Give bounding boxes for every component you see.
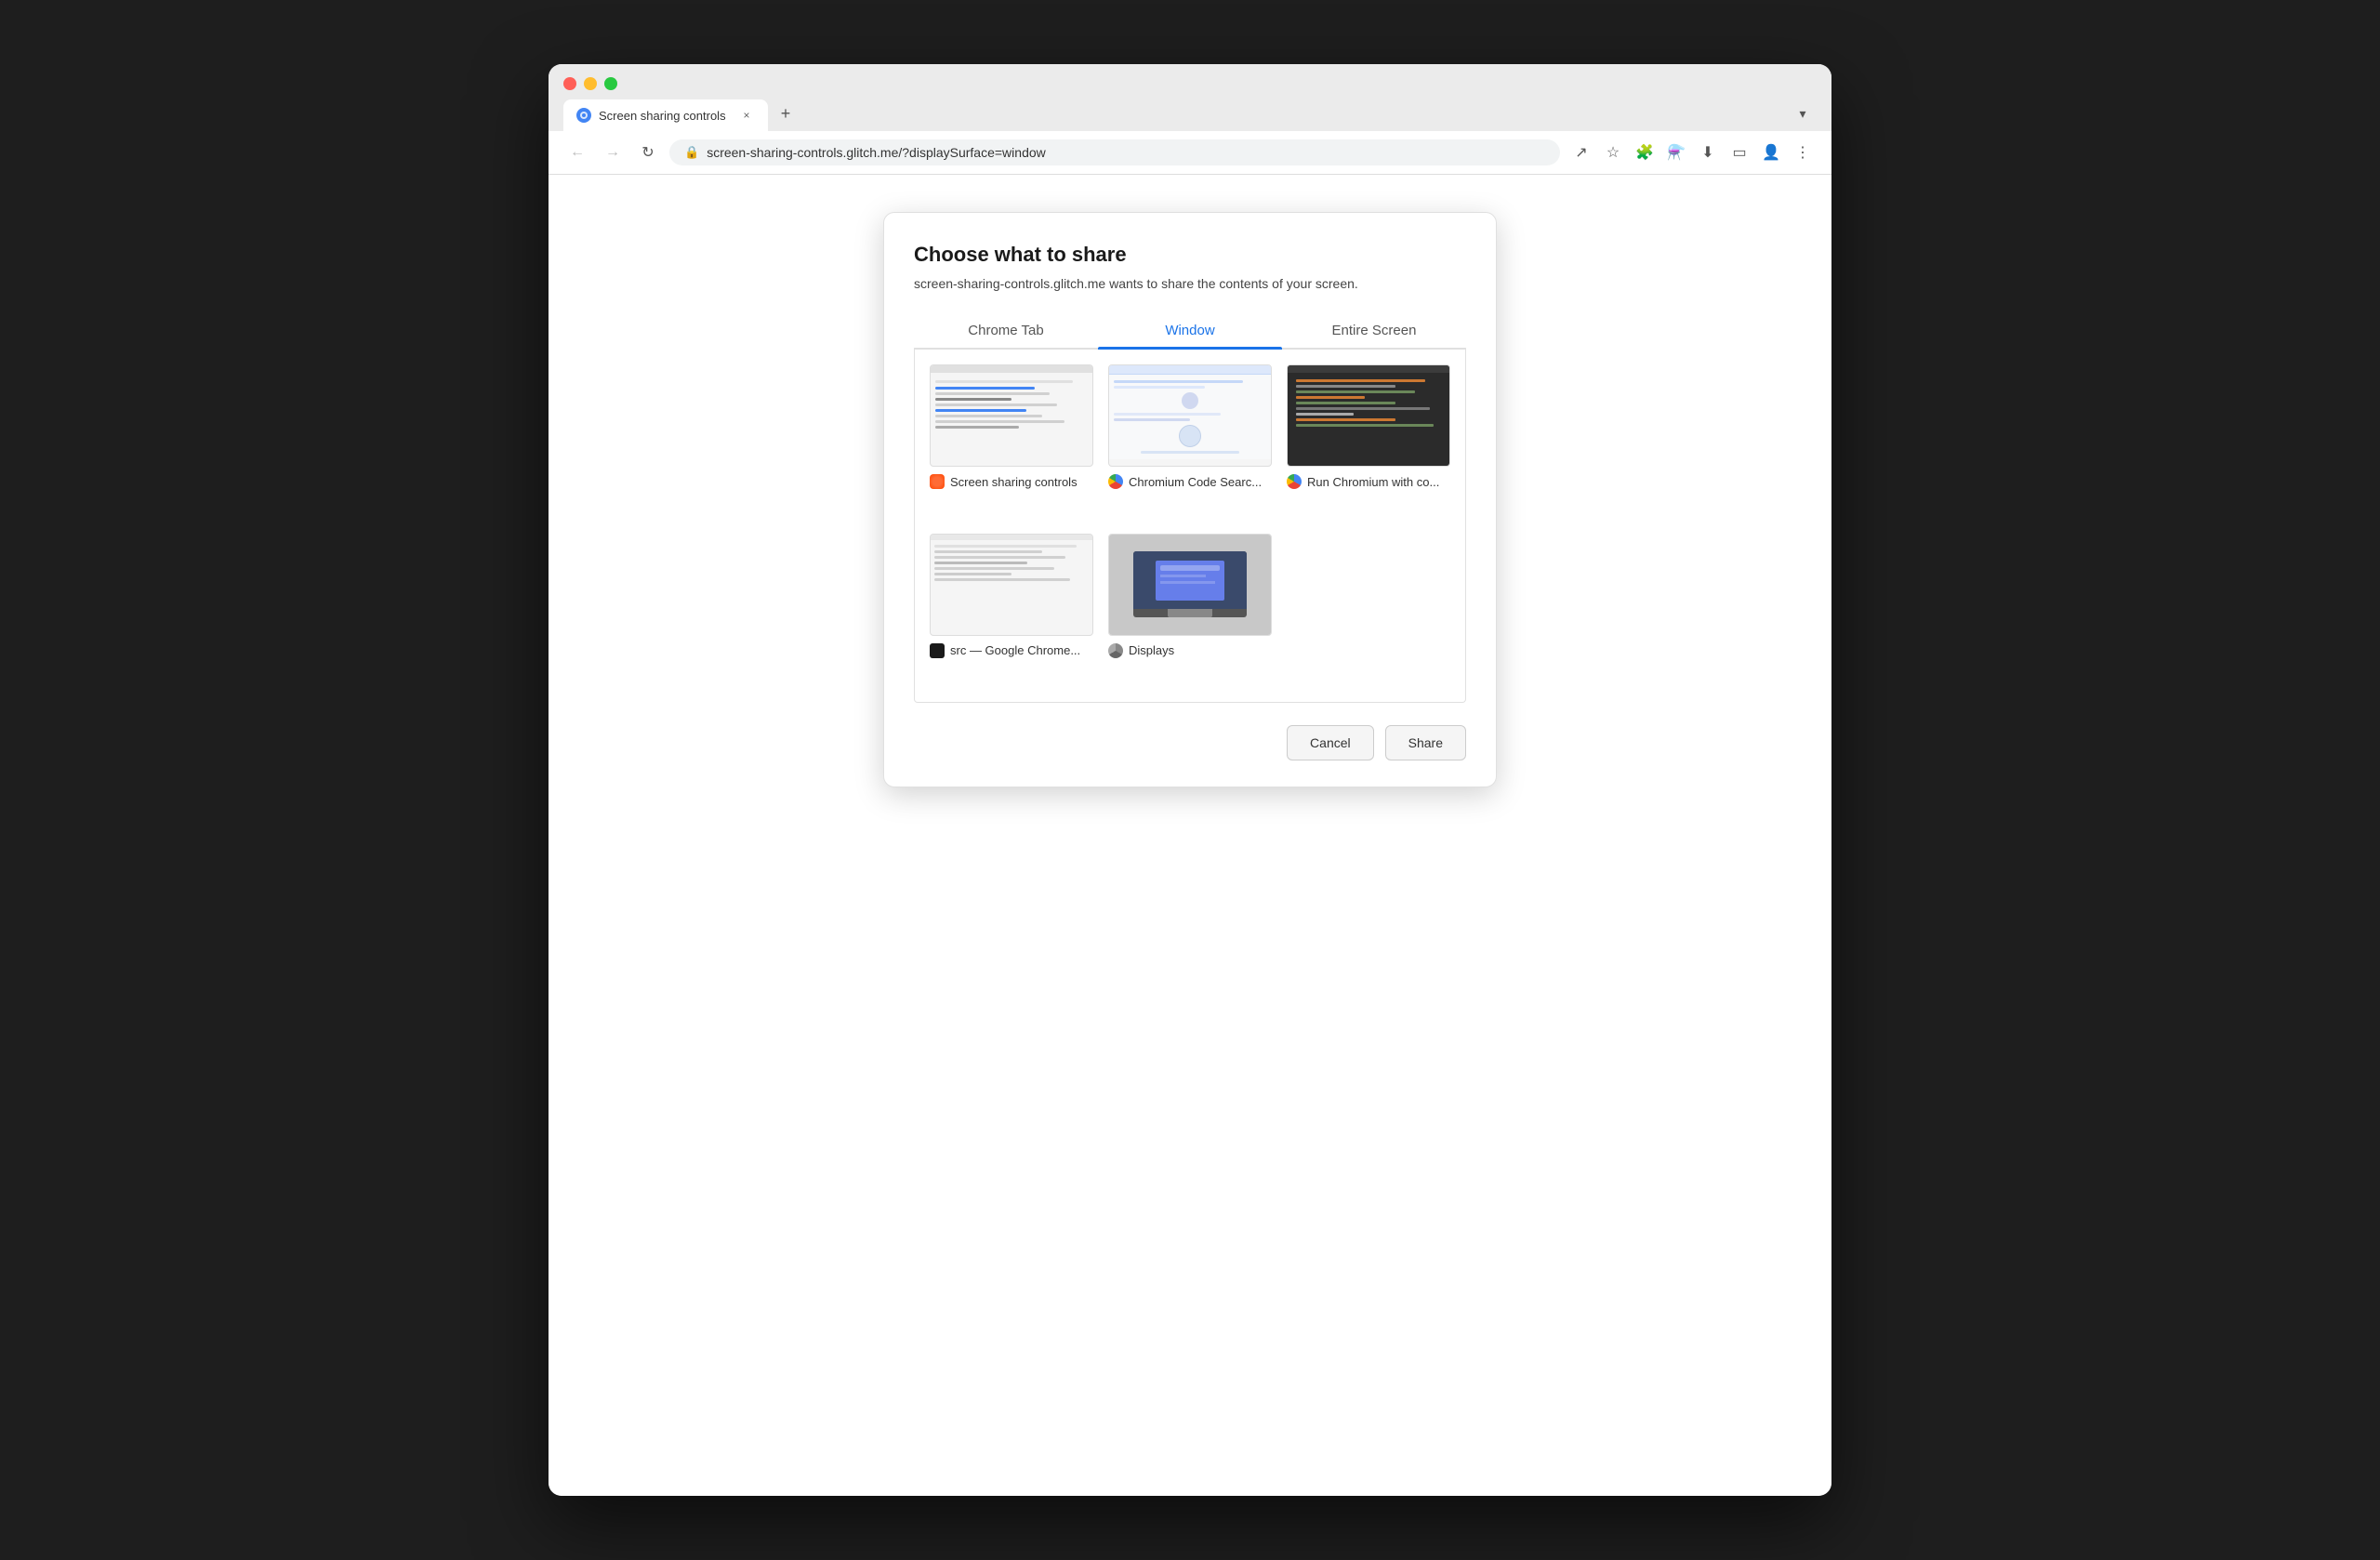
window-item-displays[interactable]: Displays bbox=[1108, 534, 1272, 688]
window-label-3: Run Chromium with co... bbox=[1287, 474, 1450, 489]
window-label-text-3: Run Chromium with co... bbox=[1307, 475, 1439, 489]
bookmark-button[interactable]: ☆ bbox=[1599, 139, 1627, 166]
window-label-1: Screen sharing controls bbox=[930, 474, 1093, 489]
reload-button[interactable]: ↻ bbox=[634, 139, 662, 166]
share-page-button[interactable]: ↗ bbox=[1567, 139, 1595, 166]
tab-close-button[interactable]: × bbox=[738, 107, 755, 124]
profile-button[interactable]: 👤 bbox=[1757, 139, 1785, 166]
url-text: screen-sharing-controls.glitch.me/?displ… bbox=[707, 145, 1046, 160]
dialog-title: Choose what to share bbox=[914, 243, 1466, 267]
tab-favicon bbox=[576, 108, 591, 123]
share-button[interactable]: Share bbox=[1385, 725, 1466, 760]
toolbar-actions: ↗ ☆ 🧩 ⚗️ ⬇ ▭ 👤 ⋮ bbox=[1567, 139, 1817, 166]
address-bar: ← → ↻ 🔒 screen-sharing-controls.glitch.m… bbox=[549, 131, 1831, 175]
tab-window[interactable]: Window bbox=[1098, 313, 1282, 348]
tab-entire-screen[interactable]: Entire Screen bbox=[1282, 313, 1466, 348]
title-bar: Screen sharing controls × + ▾ bbox=[549, 64, 1831, 131]
back-button[interactable]: ← bbox=[563, 139, 591, 166]
close-button[interactable] bbox=[563, 77, 576, 90]
tab-dropdown-button[interactable]: ▾ bbox=[1789, 99, 1817, 127]
window-preview-5 bbox=[1108, 534, 1272, 636]
tab-title: Screen sharing controls bbox=[599, 109, 731, 123]
maximize-button[interactable] bbox=[604, 77, 617, 90]
browser-window: Screen sharing controls × + ▾ ← → ↻ 🔒 sc… bbox=[549, 64, 1831, 1496]
window-label-5: Displays bbox=[1108, 643, 1272, 658]
menu-button[interactable]: ⋮ bbox=[1789, 139, 1817, 166]
window-item-run-chromium[interactable]: Run Chromium with co... bbox=[1287, 364, 1450, 519]
window-label-text-4: src — Google Chrome... bbox=[950, 643, 1080, 657]
page-content: Choose what to share screen-sharing-cont… bbox=[549, 175, 1831, 1496]
lab-icon[interactable]: ⚗️ bbox=[1662, 139, 1690, 166]
window-preview-3 bbox=[1287, 364, 1450, 467]
dialog-subtitle: screen-sharing-controls.glitch.me wants … bbox=[914, 276, 1466, 291]
window-icon-3 bbox=[1287, 474, 1302, 489]
window-icon-4 bbox=[930, 643, 945, 658]
window-label-2: Chromium Code Searc... bbox=[1108, 474, 1272, 489]
tab-bar: Screen sharing controls × + ▾ bbox=[563, 99, 1817, 131]
minimize-button[interactable] bbox=[584, 77, 597, 90]
window-preview-2 bbox=[1108, 364, 1272, 467]
window-icon-2 bbox=[1108, 474, 1123, 489]
traffic-lights bbox=[563, 77, 1817, 90]
lock-icon: 🔒 bbox=[684, 145, 699, 160]
empty-grid-cell bbox=[1287, 534, 1450, 688]
window-label-text-5: Displays bbox=[1129, 643, 1174, 657]
browser-tab[interactable]: Screen sharing controls × bbox=[563, 99, 768, 131]
window-icon-1 bbox=[930, 474, 945, 489]
window-label-4: src — Google Chrome... bbox=[930, 643, 1093, 658]
window-item-chromium-search[interactable]: Chromium Code Searc... bbox=[1108, 364, 1272, 519]
split-view-button[interactable]: ▭ bbox=[1726, 139, 1753, 166]
window-label-text-2: Chromium Code Searc... bbox=[1129, 475, 1262, 489]
download-button[interactable]: ⬇ bbox=[1694, 139, 1722, 166]
tab-chrome-tab[interactable]: Chrome Tab bbox=[914, 313, 1098, 348]
window-preview-1 bbox=[930, 364, 1093, 467]
window-label-text-1: Screen sharing controls bbox=[950, 475, 1078, 489]
cancel-button[interactable]: Cancel bbox=[1287, 725, 1374, 760]
extensions-button[interactable]: 🧩 bbox=[1631, 139, 1659, 166]
window-item-screen-sharing[interactable]: Screen sharing controls bbox=[930, 364, 1093, 519]
modal-overlay: Choose what to share screen-sharing-cont… bbox=[549, 212, 1831, 787]
window-grid: Screen sharing controls bbox=[914, 350, 1466, 703]
window-item-src-chrome[interactable]: src — Google Chrome... bbox=[930, 534, 1093, 688]
forward-button[interactable]: → bbox=[599, 139, 627, 166]
share-tabs: Chrome Tab Window Entire Screen bbox=[914, 313, 1466, 350]
modal-footer: Cancel Share bbox=[914, 725, 1466, 760]
new-tab-button[interactable]: + bbox=[772, 99, 800, 127]
window-icon-5 bbox=[1108, 643, 1123, 658]
window-preview-4 bbox=[930, 534, 1093, 636]
share-dialog: Choose what to share screen-sharing-cont… bbox=[883, 212, 1497, 787]
url-bar[interactable]: 🔒 screen-sharing-controls.glitch.me/?dis… bbox=[669, 139, 1560, 165]
